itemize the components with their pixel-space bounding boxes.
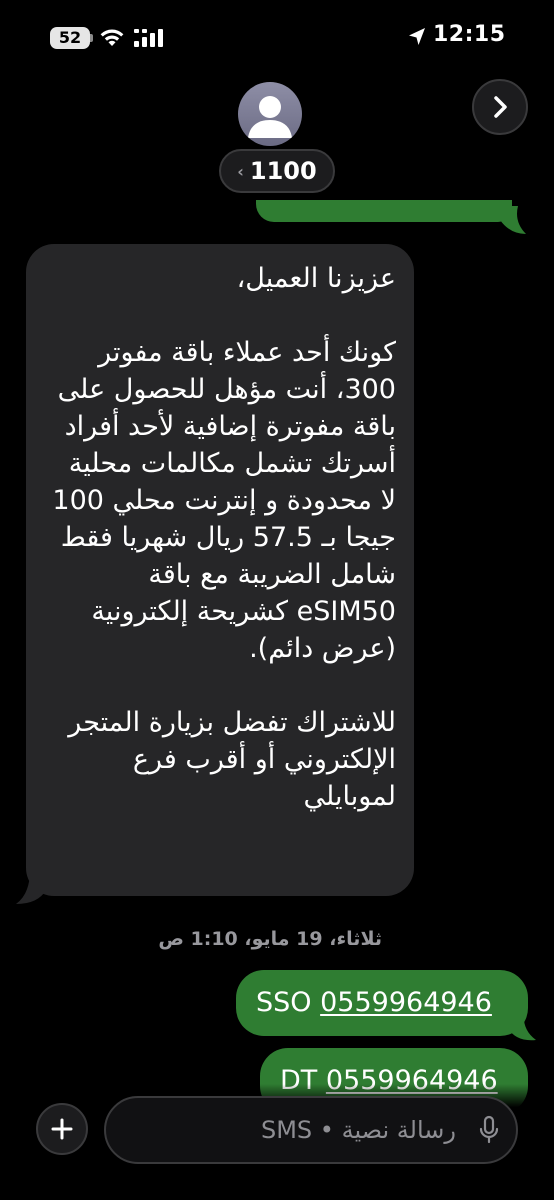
battery-level: 52 [58,28,82,47]
plus-icon [51,1118,73,1140]
status-bar: 52 12:15 [0,0,554,76]
message-paragraph: عزيزنا العميل، [236,263,396,294]
phone-number-link[interactable]: 0559964946 [320,987,492,1018]
received-bubble-tail [16,870,46,904]
forward-button[interactable] [472,79,528,135]
message-field[interactable] [104,1096,518,1164]
contact-avatar[interactable] [238,82,302,146]
contact-name: 1100 [249,157,317,185]
chevron-left-icon: ‹ [237,161,244,181]
sent-bubble-tail [508,1012,536,1041]
battery-icon: 52 [50,27,90,49]
add-attachment-button[interactable] [36,1103,88,1155]
message-timestamp: ثلاثاء، 19 مايو، 1:10 ص [158,928,382,950]
avatar-person-icon [248,96,292,138]
received-message-bubble[interactable]: عزيزنا العميل، كونك أحد عملاء باقة مفوتر… [26,244,414,896]
message-prefix: SSO [256,987,321,1018]
previous-sent-bubble[interactable] [256,200,512,222]
cellular-signal-icon [134,29,163,47]
message-input[interactable] [136,1098,456,1162]
microphone-icon[interactable] [478,1115,500,1145]
wifi-icon [100,29,124,46]
location-arrow-icon [409,28,425,45]
message-paragraph: كونك أحد عملاء باقة مفوتر 300، أنت مؤهل … [52,337,396,664]
contact-name-button[interactable]: ‹ 1100 [219,149,335,193]
message-paragraph: للاشتراك تفضل بزيارة المتجر الإلكتروني أ… [68,707,396,812]
battery-tip [90,34,93,42]
status-time: 12:15 [433,22,506,47]
chevron-right-icon [494,96,507,118]
sent-message-bubble[interactable]: SSO 0559964946 [236,970,528,1036]
sent-bubble-tail [500,206,526,234]
